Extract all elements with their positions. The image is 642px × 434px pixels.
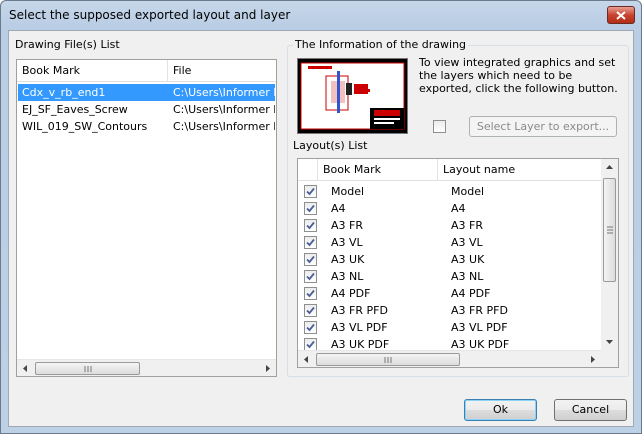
list-item[interactable]: A3 NL A3 NL xyxy=(299,268,601,285)
files-list-header: Book Mark File xyxy=(17,60,276,82)
column-header-file[interactable]: File xyxy=(168,60,276,82)
scroll-right-arrow[interactable] xyxy=(584,351,601,368)
list-item[interactable]: A3 FR PFD A3 FR PFD xyxy=(299,302,601,319)
drawing-info-description: To view integrated graphics and set the … xyxy=(419,56,618,95)
layouts-vscroll-thumb[interactable] xyxy=(603,178,616,282)
scroll-grip-icon xyxy=(84,365,91,372)
select-layer-checkbox[interactable] xyxy=(433,120,446,133)
row-layout-name: A3 VL xyxy=(451,236,483,249)
drawing-thumbnail-image xyxy=(298,59,407,133)
layout-checkbox[interactable] xyxy=(304,287,317,300)
table-row[interactable]: WIL_019_SW_Contours C:\Users\Informer IC xyxy=(18,118,275,135)
drawing-files-list[interactable]: Book Mark File Cdx_v_rb_end1 C:\Users\Inf… xyxy=(16,59,277,377)
row-layout-name: Model xyxy=(451,185,485,198)
list-item[interactable]: Model Model xyxy=(299,183,601,200)
layout-checkbox[interactable] xyxy=(304,185,317,198)
window-title: Select the supposed exported layout and … xyxy=(9,8,291,22)
list-item[interactable]: A3 FR A3 FR xyxy=(299,217,601,234)
list-item[interactable]: A3 UK A3 UK xyxy=(299,251,601,268)
scrollbar-corner xyxy=(601,350,618,367)
row-bookmark: A3 VL PDF xyxy=(331,321,388,334)
row-layout-name: A3 FR xyxy=(451,219,483,232)
row-bookmark: Cdx_v_rb_end1 xyxy=(22,86,106,99)
row-bookmark: A4 PDF xyxy=(331,287,371,300)
layout-checkbox[interactable] xyxy=(304,270,317,283)
check-icon xyxy=(306,204,315,213)
scroll-grip-icon xyxy=(384,356,392,363)
row-layout-name: A4 xyxy=(451,202,466,215)
row-layout-name: A3 VL PDF xyxy=(451,321,508,334)
row-file-path: C:\Users\Informer IC xyxy=(173,86,275,99)
check-icon xyxy=(306,272,315,281)
check-icon xyxy=(306,340,315,349)
layouts-horizontal-scrollbar[interactable] xyxy=(298,350,601,367)
row-bookmark: A3 UK xyxy=(331,253,365,266)
row-layout-name: A3 NL xyxy=(451,270,484,283)
scroll-right-arrow[interactable] xyxy=(259,360,276,377)
scroll-left-arrow[interactable] xyxy=(298,351,315,368)
drawing-info-label: The Information of the drawing xyxy=(293,38,469,51)
row-bookmark: A3 FR xyxy=(331,219,363,232)
list-item[interactable]: A4 A4 xyxy=(299,200,601,217)
check-icon xyxy=(306,289,315,298)
layout-checkbox[interactable] xyxy=(304,236,317,249)
list-item[interactable]: A3 VL A3 VL xyxy=(299,234,601,251)
layout-checkbox[interactable] xyxy=(304,202,317,215)
row-bookmark: EJ_SF_Eaves_Screw xyxy=(22,103,128,116)
scroll-down-arrow[interactable] xyxy=(601,333,618,350)
check-icon xyxy=(306,323,315,332)
cancel-button[interactable]: Cancel xyxy=(554,399,627,421)
check-icon xyxy=(306,221,315,230)
layout-checkbox[interactable] xyxy=(304,338,317,350)
drawing-preview xyxy=(297,58,408,134)
close-icon xyxy=(616,10,626,20)
select-layer-button[interactable]: Select Layer to export... xyxy=(469,116,617,137)
layouts-vertical-scrollbar[interactable] xyxy=(601,159,618,350)
dialog-window: Select the supposed exported layout and … xyxy=(0,0,642,434)
row-bookmark: Model xyxy=(331,185,365,198)
check-icon xyxy=(306,187,315,196)
check-icon xyxy=(306,306,315,315)
layout-checkbox[interactable] xyxy=(304,304,317,317)
row-file-path: C:\Users\Informer IC xyxy=(173,120,275,133)
row-layout-name: A3 UK xyxy=(451,253,485,266)
ok-button[interactable]: Ok xyxy=(464,399,537,421)
layouts-list-label: Layout(s) List xyxy=(293,139,368,152)
row-bookmark: A3 VL xyxy=(331,236,363,249)
drawing-files-label: Drawing File(s) List xyxy=(15,38,120,51)
scroll-left-arrow[interactable] xyxy=(17,360,34,377)
layout-checkbox[interactable] xyxy=(304,321,317,334)
row-file-path: C:\Users\Informer IC xyxy=(173,103,275,116)
list-item[interactable]: A4 PDF A4 PDF xyxy=(299,285,601,302)
title-bar[interactable]: Select the supposed exported layout and … xyxy=(1,1,641,29)
files-horizontal-scrollbar[interactable] xyxy=(17,359,276,376)
list-item[interactable]: A3 VL PDF A3 VL PDF xyxy=(299,319,601,336)
row-bookmark: A4 xyxy=(331,202,346,215)
column-header-bookmark[interactable]: Book Mark xyxy=(17,60,168,82)
layout-checkbox[interactable] xyxy=(304,253,317,266)
row-layout-name: A4 PDF xyxy=(451,287,491,300)
list-item[interactable]: A3 UK PDF A3 UK PDF xyxy=(299,336,601,350)
scroll-up-arrow[interactable] xyxy=(601,159,618,176)
row-layout-name: A3 UK PDF xyxy=(451,338,510,350)
layouts-hscroll-thumb[interactable] xyxy=(316,353,460,366)
check-icon xyxy=(306,238,315,247)
scroll-grip-icon xyxy=(606,226,613,234)
layouts-list[interactable]: Book Mark Layout name Model Model A4 A4 A3 F… xyxy=(297,158,619,368)
row-bookmark: A3 NL xyxy=(331,270,364,283)
row-bookmark: WIL_019_SW_Contours xyxy=(22,120,148,133)
close-button[interactable] xyxy=(607,6,635,24)
check-icon xyxy=(306,255,315,264)
row-bookmark: A3 FR PFD xyxy=(331,304,388,317)
table-row[interactable]: Cdx_v_rb_end1 C:\Users\Informer IC xyxy=(18,84,275,101)
row-bookmark: A3 UK PDF xyxy=(331,338,390,350)
files-scroll-thumb[interactable] xyxy=(35,362,140,375)
table-row[interactable]: EJ_SF_Eaves_Screw C:\Users\Informer IC xyxy=(18,101,275,118)
layout-checkbox[interactable] xyxy=(304,219,317,232)
row-layout-name: A3 FR PFD xyxy=(451,304,508,317)
dialog-client-area: Drawing File(s) List Book Mark File Cdx_… xyxy=(8,30,634,427)
